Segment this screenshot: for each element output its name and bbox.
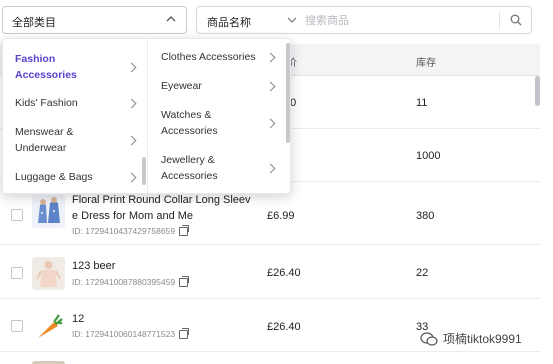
category-item-fashion-accessories[interactable]: Fashion Accessories <box>3 51 141 85</box>
watermark: 项楠tiktok9991 <box>420 330 522 347</box>
category-level2-list: Clothes Accessories Eyewear Watches & Acc… <box>149 39 292 193</box>
chevron-right-icon <box>265 163 276 174</box>
subcategory-item-clothes-accessories[interactable]: Clothes Accessories <box>149 49 284 67</box>
chevron-right-icon <box>126 62 137 73</box>
price-cell: £26.40 <box>267 321 301 333</box>
product-search: 商品名称 <box>196 6 532 34</box>
subcategory-item-label: Eyewear <box>161 80 202 92</box>
product-id: ID: 1729410060148771523 <box>72 327 190 339</box>
chevron-right-icon <box>126 172 137 183</box>
copy-icon[interactable] <box>179 224 190 236</box>
stock-cell: 380 <box>416 210 435 222</box>
wechat-icon <box>420 331 438 346</box>
category-level1-list: Fashion Accessories Kids' Fashion Menswea… <box>3 39 148 193</box>
row-checkbox[interactable] <box>11 267 23 279</box>
divider <box>499 12 500 29</box>
stock-cell: 1000 <box>416 150 441 162</box>
subcategory-item-eyewear[interactable]: Eyewear <box>149 78 284 96</box>
product-id: ID: 1729410437429758659 <box>72 224 190 236</box>
product-thumbnail <box>32 257 65 290</box>
category-item-luggage-bags[interactable]: Luggage & Bags <box>3 169 141 187</box>
row-checkbox[interactable] <box>11 209 23 221</box>
category-select[interactable]: 全部类目 <box>2 6 187 34</box>
stock-cell: 22 <box>416 267 429 279</box>
product-name[interactable]: Floral Print Round Collar Long Sleev e Dr… <box>72 192 252 224</box>
product-name[interactable]: 123 beer <box>72 258 252 274</box>
chevron-right-icon <box>126 135 137 146</box>
row-checkbox[interactable] <box>11 320 23 332</box>
watermark-text: 项楠tiktok9991 <box>443 332 522 346</box>
category-item-kids-fashion[interactable]: Kids' Fashion <box>3 95 141 113</box>
subcategory-item-label: Watches & Accessories <box>161 109 218 137</box>
table-row[interactable] <box>0 353 540 364</box>
search-field-select[interactable]: 商品名称 <box>207 14 251 30</box>
subcategory-item-jewellery-accessories[interactable]: Jewellery & Accessories <box>149 152 284 186</box>
product-name[interactable]: 12 <box>72 311 252 327</box>
category-item-menswear-underwear[interactable]: Menswear & Underwear <box>3 124 141 158</box>
category-item-label: Menswear & Underwear <box>15 126 74 154</box>
subcategory-item-label: Jewellery & Accessories <box>161 154 218 182</box>
table-row[interactable]: 123 beer ID: 1729410087880395459 £26.40 … <box>0 246 540 299</box>
chevron-right-icon <box>126 98 137 109</box>
price-cell: £26.40 <box>267 267 301 279</box>
search-input[interactable] <box>305 11 495 30</box>
chevron-right-icon <box>265 118 276 129</box>
category-item-label: Kids' Fashion <box>15 97 78 109</box>
chevron-right-icon <box>265 81 276 92</box>
subcategory-item-watches-accessories[interactable]: Watches & Accessories <box>149 107 284 141</box>
product-thumbnail <box>32 310 65 343</box>
product-thumbnail <box>32 195 65 228</box>
stock-cell: 11 <box>416 97 428 109</box>
price-cell: £6.99 <box>267 210 295 222</box>
category-item-label: Fashion Accessories <box>15 53 77 81</box>
subcategory-list-scrollbar[interactable] <box>286 43 290 143</box>
copy-icon[interactable] <box>179 275 190 287</box>
subcategory-item-label: Clothes Accessories <box>161 51 256 63</box>
category-select-value: 全部类目 <box>12 17 56 29</box>
chevron-down-icon[interactable] <box>287 15 297 25</box>
chevron-up-icon <box>166 16 176 22</box>
product-id: ID: 1729410087880395459 <box>72 275 190 287</box>
category-list-scrollbar[interactable] <box>142 157 146 185</box>
category-dropdown: Fashion Accessories Kids' Fashion Menswea… <box>2 38 291 194</box>
category-item-label: Luggage & Bags <box>15 171 93 183</box>
table-scrollbar[interactable] <box>535 76 540 106</box>
search-icon[interactable] <box>510 14 522 26</box>
copy-icon[interactable] <box>179 327 190 339</box>
stock-column-header: 库存 <box>416 58 436 69</box>
